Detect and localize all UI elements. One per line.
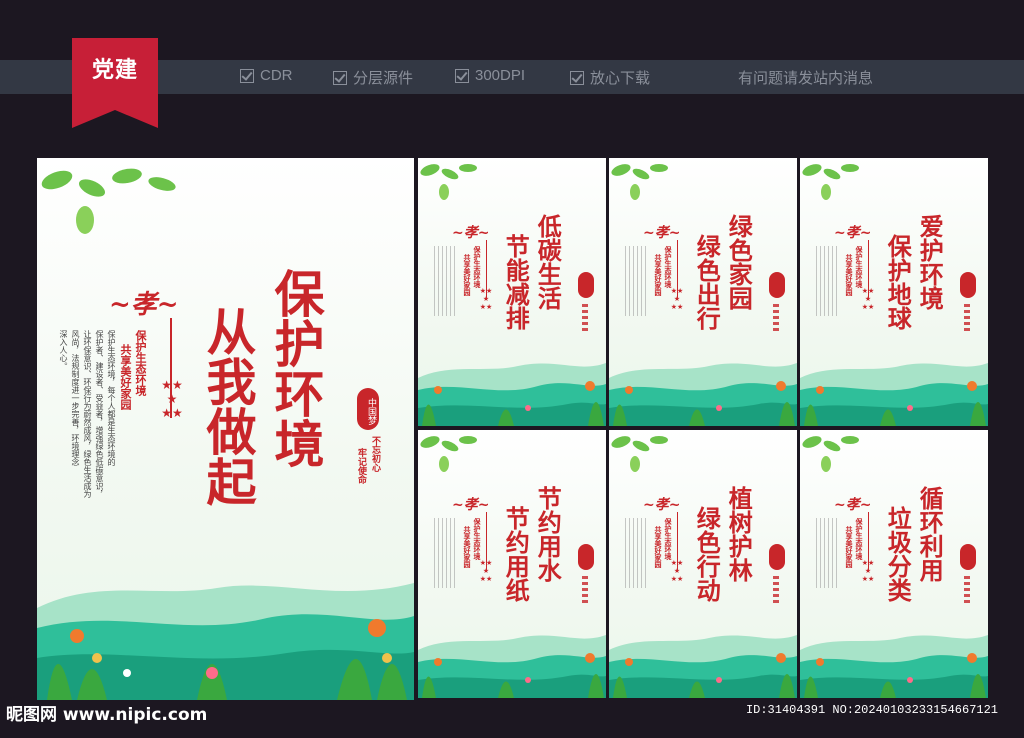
- notice-text: 有问题请发站内消息: [738, 70, 874, 87]
- slogan-col-1: 保护生态环境: [855, 246, 863, 288]
- logo-mark: ~孝~: [834, 497, 872, 513]
- body-col-3: 让环保意识、环保行为蔚然成风，绿色生活成为: [83, 330, 92, 498]
- seal-icon: [578, 272, 594, 298]
- seal-icon: [960, 544, 976, 570]
- logo-mark: ~孝~: [452, 225, 490, 241]
- title-col-1: 植树护林: [724, 486, 753, 582]
- title-col-2: 绿色出行: [692, 234, 721, 330]
- star-decoration: ★★ ★ ★★: [479, 288, 493, 311]
- body-text-block: [625, 246, 647, 316]
- main-poster: ~孝~ 保护生态环境 共享美好家园 ★★ ★ ★★ 保护生态环境，每个人都是生态环境…: [37, 158, 414, 700]
- slogan-col-1: 保护生态环境: [855, 518, 863, 560]
- seal-icon: [769, 544, 785, 570]
- small-poster: ~孝~ 保护生态环境 共享美好家园 ★★ ★ ★★ 循环利用 垃圾分类: [800, 430, 988, 698]
- main-title-col-2: 从我做起: [198, 306, 257, 506]
- slogan-col-2: 共享美好家园: [654, 526, 662, 568]
- title-col-2: 保护地球: [883, 234, 912, 330]
- body-col-1: 保护生态环境，每个人都是生态环境的: [107, 330, 116, 466]
- feature-layered: 分层源件: [333, 67, 413, 88]
- star-decoration: ★★ ★ ★★: [861, 560, 875, 583]
- title-col-1: 绿色家园: [724, 214, 753, 310]
- body-col-5: 深入人心。: [59, 330, 68, 370]
- body-text-block: [816, 246, 838, 316]
- logo-mark: ~孝~: [643, 497, 681, 513]
- small-poster: ~孝~ 保护生态环境 共享美好家园 ★★ ★ ★★ 低碳生活 节能减排: [418, 158, 606, 426]
- logo-mark: ~孝~: [109, 290, 179, 320]
- body-text-block: [816, 518, 838, 588]
- tagline-col-1: 不忘初心: [370, 436, 380, 472]
- slogan-col-2: 共享美好家园: [463, 526, 471, 568]
- seal-icon: [769, 272, 785, 298]
- feature-dpi: 300DPI: [455, 67, 525, 84]
- title-col-1: 循环利用: [915, 486, 944, 582]
- checkbox-icon: [455, 68, 469, 83]
- tagline-marks: [964, 304, 970, 334]
- slogan-col-2: 共享美好家园: [463, 254, 471, 296]
- body-text-block: [625, 518, 647, 588]
- title-col-2: 节约用纸: [501, 506, 530, 602]
- small-poster: ~孝~ 保护生态环境 共享美好家园 ★★ ★ ★★ 节约用水 节约用纸: [418, 430, 606, 698]
- logo-mark: ~孝~: [834, 225, 872, 241]
- checkbox-icon: [333, 70, 347, 85]
- title-col-2: 节能减排: [501, 234, 530, 330]
- feature-cdr: CDR: [240, 67, 293, 84]
- main-title-col-1: 保护环境: [266, 268, 325, 468]
- slogan-col-1: 保护生态环境: [664, 518, 672, 560]
- checkbox-icon: [570, 70, 584, 85]
- checkbox-icon: [240, 68, 254, 83]
- tagline-marks: [582, 576, 588, 606]
- logo-mark: ~孝~: [452, 497, 490, 513]
- star-decoration: ★★ ★ ★★: [670, 288, 684, 311]
- category-badge: 党建: [91, 57, 138, 82]
- title-col-1: 节约用水: [533, 486, 562, 582]
- tagline-marks: [773, 304, 779, 334]
- image-id: ID:31404391 NO:20240103233154667121: [745, 703, 998, 717]
- tagline-marks: [773, 576, 779, 606]
- slogan-col-1: 保护生态环境: [664, 246, 672, 288]
- slogan-col-1: 保护生态环境: [473, 246, 481, 288]
- seal-icon: [578, 544, 594, 570]
- seal-icon: [960, 272, 976, 298]
- site-watermark: 昵图网 www.nipic.com: [6, 705, 208, 725]
- small-poster: ~孝~ 保护生态环境 共享美好家园 ★★ ★ ★★ 绿色家园 绿色出行: [609, 158, 797, 426]
- slogan-col-1: 保护生态环境: [134, 330, 147, 396]
- tagline-marks: [964, 576, 970, 606]
- star-decoration: ★★ ★ ★★: [161, 378, 183, 420]
- star-decoration: ★★ ★ ★★: [670, 560, 684, 583]
- body-text-block: [434, 246, 456, 316]
- tagline-marks: [582, 304, 588, 334]
- body-col-4: 风尚，法规制度进一步完善，环境理念: [71, 330, 80, 466]
- small-poster: ~孝~ 保护生态环境 共享美好家园 ★★ ★ ★★ 爱护环境 保护地球: [800, 158, 988, 426]
- title-col-1: 爱护环境: [915, 214, 944, 310]
- slogan-col-1: 保护生态环境: [473, 518, 481, 560]
- logo-mark: ~孝~: [643, 225, 681, 241]
- star-decoration: ★★ ★ ★★: [479, 560, 493, 583]
- chinese-dream-seal: 中国梦: [357, 388, 379, 430]
- body-text-block: [434, 518, 456, 588]
- title-col-2: 垃圾分类: [883, 506, 912, 602]
- title-col-2: 绿色行动: [692, 506, 721, 602]
- small-poster: ~孝~ 保护生态环境 共享美好家园 ★★ ★ ★★ 植树护林 绿色行动: [609, 430, 797, 698]
- feature-download: 放心下载: [570, 67, 650, 88]
- body-col-2: 保护者、建设者、受益者，增强绿色低碳意识，: [95, 330, 104, 498]
- slogan-col-2: 共享美好家园: [845, 254, 853, 296]
- slogan-col-2: 共享美好家园: [845, 526, 853, 568]
- slogan-col-2: 共享美好家园: [654, 254, 662, 296]
- star-decoration: ★★ ★ ★★: [861, 288, 875, 311]
- tagline-col-2: 牢记使命: [356, 448, 366, 484]
- title-col-1: 低碳生活: [533, 214, 562, 310]
- slogan-col-2: 共享美好家园: [119, 344, 132, 410]
